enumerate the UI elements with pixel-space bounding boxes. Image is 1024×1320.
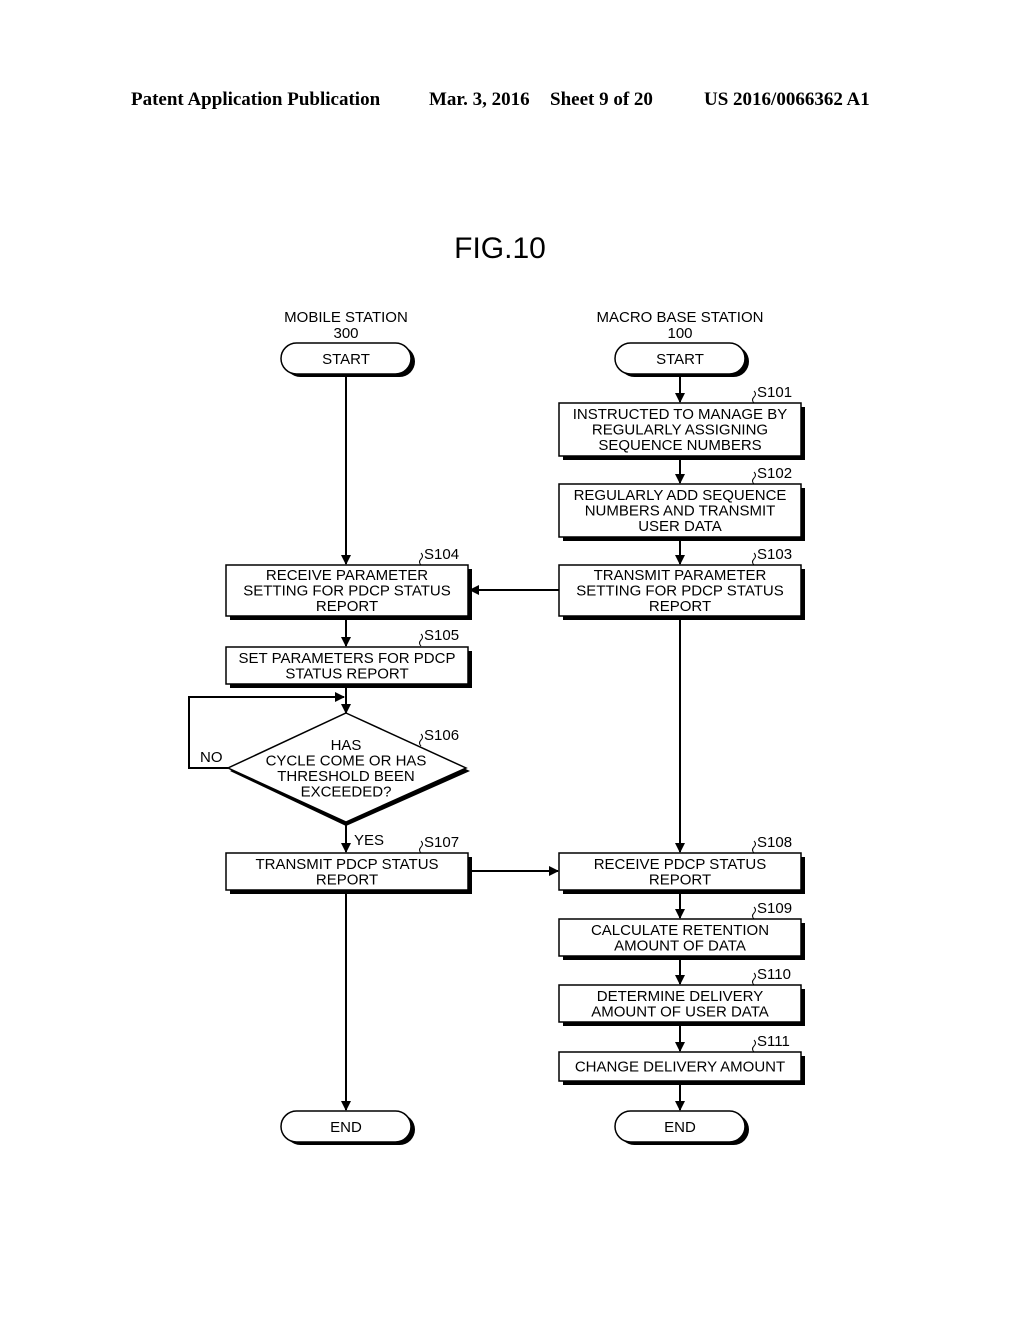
- box-text-line: RECEIVE PARAMETER: [266, 567, 428, 584]
- step-label-s101: S101: [752, 384, 792, 404]
- step-id: S107: [424, 834, 459, 851]
- process-box-s107: TRANSMIT PDCP STATUSREPORT: [225, 852, 472, 894]
- box-text-line: SETTING FOR PDCP STATUS: [243, 583, 451, 600]
- leader-squiggle: [752, 906, 756, 920]
- process-box-s105: SET PARAMETERS FOR PDCPSTATUS REPORT: [225, 646, 472, 688]
- box-text-line: STATUS REPORT: [285, 665, 408, 682]
- terminal-end-mobile-label: END: [330, 1119, 362, 1136]
- process-box-s101: INSTRUCTED TO MANAGE BYREGULARLY ASSIGNI…: [558, 402, 805, 460]
- step-label-s110: S110: [752, 966, 791, 986]
- terminal-end-mobile: END: [280, 1110, 415, 1145]
- box-text-line: AMOUNT OF DATA: [614, 937, 746, 954]
- terminal-end-base: END: [614, 1110, 749, 1145]
- lane-macro-base-station-name: MACRO BASE STATION: [597, 309, 764, 326]
- terminal-start-mobile-label: START: [322, 351, 370, 368]
- lane-macro-base-station-ref: 100: [667, 325, 692, 342]
- leader-squiggle: [419, 552, 423, 566]
- step-id: S102: [757, 465, 792, 482]
- leader-squiggle: [752, 840, 756, 854]
- leader-squiggle: [419, 633, 423, 647]
- step-label-s107: S107: [419, 834, 459, 854]
- step-label-s111: S111: [752, 1033, 790, 1053]
- decision-text-line: HAS: [331, 737, 362, 754]
- step-label-s104: S104: [419, 546, 459, 566]
- box-text-line: REGULARLY ASSIGNING: [592, 422, 768, 439]
- process-box-s109: CALCULATE RETENTIONAMOUNT OF DATA: [558, 918, 805, 960]
- box-text-line: INSTRUCTED TO MANAGE BY: [573, 406, 787, 423]
- box-text-line: REGULARLY ADD SEQUENCE: [574, 487, 787, 504]
- step-id: S108: [757, 834, 792, 851]
- process-box-s104: RECEIVE PARAMETERSETTING FOR PDCP STATUS…: [225, 564, 472, 620]
- step-id: S101: [757, 384, 792, 401]
- leader-squiggle: [419, 840, 423, 854]
- box-text-line: TRANSMIT PARAMETER: [594, 567, 767, 584]
- lane-mobile-station-ref: 300: [333, 325, 358, 342]
- branch-label-yes: YES: [354, 832, 384, 849]
- terminal-end-base-label: END: [664, 1119, 696, 1136]
- terminal-start-base-label: START: [656, 351, 704, 368]
- leader-squiggle: [752, 471, 756, 485]
- process-box-s111: CHANGE DELIVERY AMOUNT: [558, 1051, 805, 1085]
- step-label-s103: S103: [752, 546, 792, 566]
- process-box-s110: DETERMINE DELIVERYAMOUNT OF USER DATA: [558, 984, 805, 1026]
- terminal-start-mobile: START: [280, 342, 415, 377]
- leader-squiggle: [752, 552, 756, 566]
- decision-text-line: CYCLE COME OR HAS: [266, 753, 427, 770]
- box-text-line: RECEIVE PDCP STATUS: [594, 856, 767, 873]
- box-text-line: REPORT: [316, 871, 378, 888]
- step-label-s102: S102: [752, 465, 792, 485]
- box-text-line: AMOUNT OF USER DATA: [591, 1003, 769, 1020]
- step-id: S109: [757, 900, 792, 917]
- process-box-s102: REGULARLY ADD SEQUENCENUMBERS AND TRANSM…: [558, 483, 805, 541]
- decision-text-line: THRESHOLD BEEN: [277, 768, 415, 785]
- process-box-s103: TRANSMIT PARAMETERSETTING FOR PDCP STATU…: [558, 564, 805, 620]
- box-text-line: REPORT: [649, 871, 711, 888]
- step-label-s105: S105: [419, 627, 459, 647]
- box-text-line: USER DATA: [638, 518, 722, 535]
- leader-squiggle: [752, 390, 756, 404]
- step-id: S104: [424, 546, 459, 563]
- box-text-line: SET PARAMETERS FOR PDCP: [239, 650, 456, 667]
- box-text-line: CALCULATE RETENTION: [591, 922, 769, 939]
- branch-label-no: NO: [200, 749, 223, 766]
- step-id: S103: [757, 546, 792, 563]
- step-id: S105: [424, 627, 459, 644]
- box-text-line: DETERMINE DELIVERY: [597, 988, 763, 1005]
- box-text-line: SETTING FOR PDCP STATUS: [576, 583, 784, 600]
- step-id: S110: [757, 966, 791, 983]
- leader-squiggle: [752, 972, 756, 986]
- terminal-start-base: START: [614, 342, 749, 377]
- step-id: S111: [757, 1033, 790, 1050]
- process-box-s108: RECEIVE PDCP STATUSREPORT: [558, 852, 805, 894]
- step-label-s108: S108: [752, 834, 792, 854]
- lane-mobile-station-name: MOBILE STATION: [284, 309, 408, 326]
- leader-squiggle: [419, 733, 423, 747]
- box-text-line: REPORT: [316, 598, 378, 615]
- decision-text-line: EXCEEDED?: [301, 784, 392, 801]
- step-label-s109: S109: [752, 900, 792, 920]
- box-text-line: CHANGE DELIVERY AMOUNT: [575, 1059, 785, 1076]
- box-text-line: SEQUENCE NUMBERS: [598, 437, 761, 454]
- box-text-line: NUMBERS AND TRANSMIT: [585, 503, 776, 520]
- figure-title: FIG.10: [454, 232, 546, 265]
- box-text-line: REPORT: [649, 598, 711, 615]
- step-label-s106: S106: [419, 727, 459, 747]
- flowchart: FIG.10 MOBILE STATION 300 MACRO BASE STA…: [188, 232, 805, 1145]
- box-text-line: TRANSMIT PDCP STATUS: [255, 856, 438, 873]
- leader-squiggle: [752, 1039, 756, 1053]
- step-id: S106: [424, 727, 459, 744]
